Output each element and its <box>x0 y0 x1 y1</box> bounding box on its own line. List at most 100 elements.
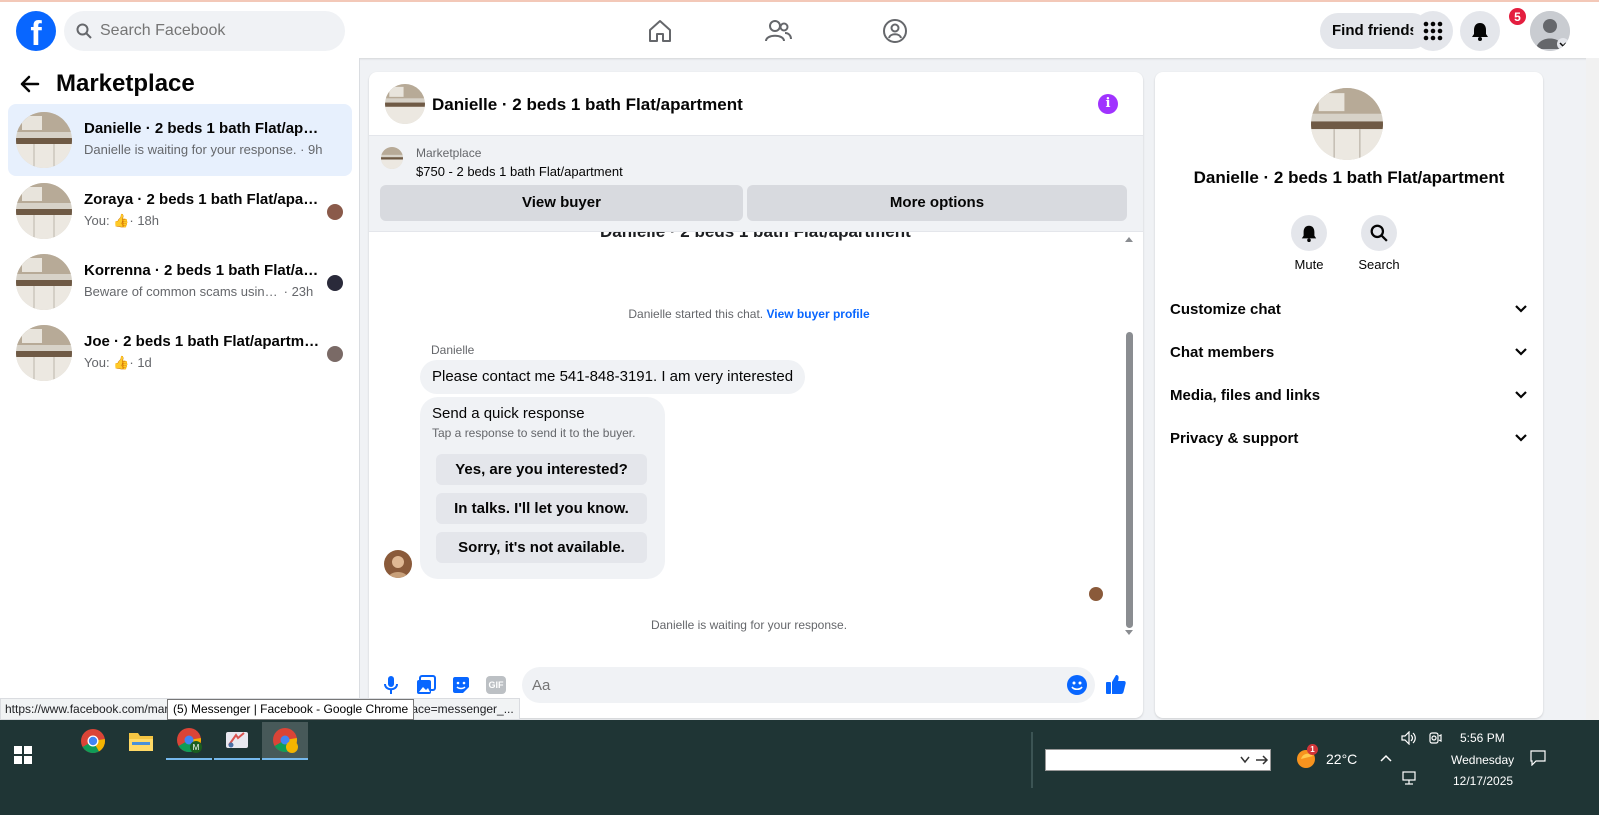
sticker-icon[interactable] <box>450 674 472 696</box>
clock-day[interactable]: Wednesday <box>1451 753 1514 767</box>
chat-members-section[interactable]: Chat members <box>1170 334 1528 370</box>
details-title: Danielle · 2 beds 1 bath Flat/apartment <box>1193 168 1505 187</box>
more-options-button[interactable]: More options <box>747 185 1127 221</box>
taskbar-chrome[interactable] <box>70 722 116 760</box>
account-avatar[interactable] <box>1530 11 1570 51</box>
conversation-item-zoraya[interactable]: Zoraya · 2 beds 1 bath Flat/apart... You… <box>8 175 352 247</box>
search-icon <box>76 23 92 39</box>
page-scrollbar[interactable] <box>1586 58 1599 720</box>
taskbar-address-box[interactable] <box>1045 749 1271 771</box>
message-bubble[interactable]: Please contact me 541-848-3191. I am ver… <box>420 360 806 394</box>
windows-icon <box>14 746 32 764</box>
clock-date[interactable]: 12/17/2025 <box>1453 774 1513 788</box>
chat-panel: Danielle · 2 beds 1 bath Flat/apartment … <box>369 72 1143 718</box>
chat-title[interactable]: Danielle · 2 beds 1 bath Flat/apartment <box>432 95 743 115</box>
participant-avatar <box>327 346 343 362</box>
search-conversation-button[interactable] <box>1361 215 1397 251</box>
chat-header: Danielle · 2 beds 1 bath Flat/apartment … <box>369 72 1143 136</box>
chrome-icon <box>81 729 105 754</box>
weather-widget[interactable]: 1 22°C <box>1294 744 1364 772</box>
message-input[interactable] <box>522 667 1095 703</box>
section-label: Privacy & support <box>1170 429 1299 447</box>
taskbar-divider <box>1031 732 1033 788</box>
conversation-preview: You: 👍· 1d <box>84 355 324 371</box>
conversation-item-danielle[interactable]: Danielle · 2 beds 1 bath Flat/apart... D… <box>8 104 352 176</box>
emoji-icon[interactable] <box>1067 675 1087 695</box>
default-user-icon <box>1530 11 1570 51</box>
chevron-down-icon <box>1515 391 1527 399</box>
info-icon[interactable]: i <box>1098 94 1118 114</box>
conversation-name: Korrenna · 2 beds 1 bath Flat/ap... <box>84 262 324 279</box>
customize-chat-section[interactable]: Customize chat <box>1170 291 1528 327</box>
listing-thumbnail <box>16 112 72 168</box>
volume-icon[interactable] <box>1401 731 1417 745</box>
preview-text: You: <box>84 213 110 228</box>
mute-button[interactable] <box>1291 215 1327 251</box>
listing-thumbnail <box>16 183 72 239</box>
started-text: Danielle started this chat. <box>628 307 764 321</box>
app-window: f Find friends 5 Marketplace <box>0 0 1599 815</box>
search-box[interactable] <box>64 11 345 51</box>
arrow-right-icon[interactable] <box>1255 754 1269 766</box>
waiting-notice: Danielle is waiting for your response. <box>650 618 848 632</box>
view-buyer-button[interactable]: View buyer <box>380 185 743 221</box>
chrome-icon: M <box>177 728 202 753</box>
start-button[interactable] <box>0 736 46 774</box>
listing-thumbnail-small <box>381 147 403 169</box>
privacy-support-section[interactable]: Privacy & support <box>1170 420 1528 456</box>
page-title: Marketplace <box>56 70 195 97</box>
home-icon[interactable] <box>645 16 675 46</box>
search-label: Search <box>1358 257 1400 272</box>
photo-icon[interactable] <box>415 674 437 696</box>
taskbar-chrome-profile-active[interactable] <box>262 722 308 760</box>
section-label: Media, files and links <box>1170 386 1321 404</box>
chat-listing-thumbnail[interactable] <box>385 84 425 124</box>
mute-label: Mute <box>1294 257 1324 272</box>
details-listing-thumbnail[interactable] <box>1311 88 1383 160</box>
grid-icon <box>1423 21 1443 41</box>
chevron-down-icon <box>1240 756 1250 764</box>
folder-icon <box>129 733 153 751</box>
thread-header-title: Danielle · 2 beds 1 bath Flat/apartment <box>600 232 911 242</box>
friends-icon[interactable] <box>763 16 793 46</box>
quick-reply-interested[interactable]: Yes, are you interested? <box>436 454 647 485</box>
scrollbar-thumb[interactable] <box>1126 332 1133 628</box>
gif-icon[interactable]: GIF <box>485 674 507 696</box>
chevron-down-icon <box>1515 305 1527 313</box>
groups-icon[interactable] <box>880 16 910 46</box>
search-input[interactable] <box>100 22 330 40</box>
conversation-item-joe[interactable]: Joe · 2 beds 1 bath Flat/apartment You: … <box>8 317 352 389</box>
taskbar-chrome-profile-m[interactable]: M <box>166 722 212 760</box>
listing-source: Marketplace <box>416 146 482 160</box>
quick-reply-in-talks[interactable]: In talks. I'll let you know. <box>436 493 647 524</box>
media-files-links-section[interactable]: Media, files and links <box>1170 377 1528 413</box>
microphone-icon[interactable] <box>380 674 402 696</box>
notification-center-icon[interactable] <box>1530 750 1546 766</box>
chevron-up-icon[interactable] <box>1380 754 1392 762</box>
conversation-item-korrenna[interactable]: Korrenna · 2 beds 1 bath Flat/ap... Bewa… <box>8 246 352 318</box>
participant-avatar <box>327 204 343 220</box>
preview-text: You: <box>84 355 110 370</box>
menu-grid-button[interactable] <box>1413 11 1453 51</box>
sender-avatar[interactable] <box>384 550 412 578</box>
preview-time: · 1d <box>129 355 152 370</box>
search-action[interactable]: Search <box>1349 215 1409 272</box>
bell-icon <box>1472 23 1488 41</box>
taskbar-snipping-tool[interactable] <box>214 722 260 760</box>
mute-action[interactable]: Mute <box>1279 215 1339 272</box>
meet-now-icon[interactable] <box>1428 731 1442 745</box>
preview-text: Danielle is waiting for your response. <box>84 142 297 157</box>
quick-response-subtitle: Tap a response to send it to the buyer. <box>432 426 636 440</box>
weather-alert-badge: 1 <box>1307 744 1318 755</box>
back-arrow-icon[interactable] <box>20 75 40 93</box>
notifications-button[interactable] <box>1460 11 1500 51</box>
view-buyer-profile-link[interactable]: View buyer profile <box>766 307 869 321</box>
facebook-logo[interactable]: f <box>16 11 56 51</box>
taskbar-file-explorer[interactable] <box>118 722 164 760</box>
conversation-name: Zoraya · 2 beds 1 bath Flat/apart... <box>84 191 324 208</box>
quick-reply-not-available[interactable]: Sorry, it's not available. <box>436 532 647 563</box>
like-icon[interactable] <box>1105 673 1127 695</box>
listing-title[interactable]: $750 - 2 beds 1 bath Flat/apartment <box>416 164 623 179</box>
clock-time[interactable]: 5:56 PM <box>1460 731 1505 745</box>
network-icon[interactable] <box>1402 771 1418 785</box>
